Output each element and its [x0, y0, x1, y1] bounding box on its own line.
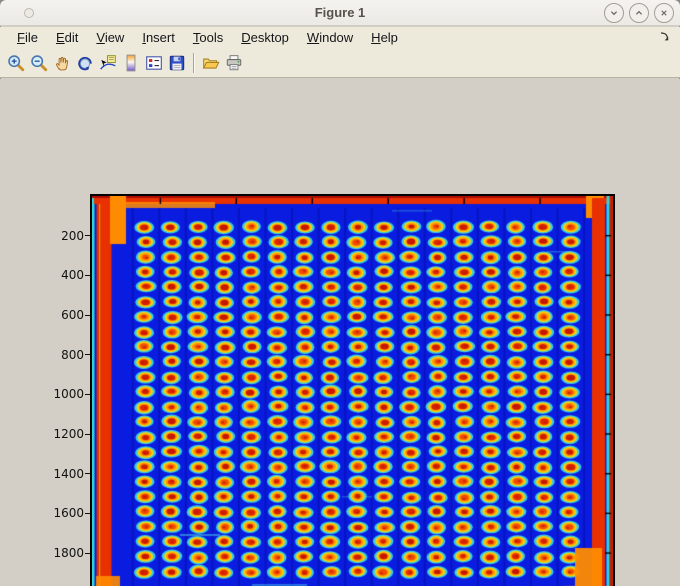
- close-button[interactable]: [654, 3, 674, 23]
- data-cursor-icon: [99, 54, 116, 70]
- chevron-up-icon: [635, 10, 643, 15]
- y-tick: [85, 235, 90, 237]
- rotate-3d-icon: [77, 56, 92, 70]
- y-tick-label: 1400: [53, 466, 84, 481]
- maximize-button[interactable]: [629, 3, 649, 23]
- y-tick: [85, 473, 90, 475]
- menu-window[interactable]: Window: [298, 29, 362, 47]
- menu-tools[interactable]: Tools: [184, 29, 232, 47]
- insert-legend-button[interactable]: [142, 51, 165, 75]
- y-tick-label: 800: [61, 347, 84, 362]
- save-icon: [169, 55, 184, 70]
- menu-edit[interactable]: Edit: [47, 29, 87, 47]
- y-tick-label: 400: [61, 268, 84, 283]
- minimize-button[interactable]: [604, 3, 624, 23]
- y-tick: [85, 433, 90, 435]
- menu-file[interactable]: File: [8, 29, 47, 47]
- menu-help[interactable]: Help: [362, 29, 407, 47]
- microarray-image-plot[interactable]: [92, 196, 613, 586]
- y-tick-label: 1600: [53, 506, 84, 521]
- toolbar-separator: [193, 52, 194, 73]
- colorbar-button[interactable]: [119, 51, 142, 75]
- figure-canvas: 2004006008001000120014002004006008001000…: [0, 79, 680, 586]
- zoom-out-button[interactable]: [27, 51, 50, 75]
- menu-bar-items: File Edit View Insert Tools Desktop Window Help: [8, 29, 407, 47]
- menu-view[interactable]: View: [87, 29, 133, 47]
- y-tick: [85, 512, 90, 514]
- colorbar-icon: [126, 54, 135, 71]
- y-tick-label: 200: [61, 228, 84, 243]
- figure-window: Figure 1 File Edit View Insert Tools Desktop W…: [0, 0, 680, 586]
- pan-hand-icon: [55, 56, 68, 70]
- y-tick: [85, 314, 90, 316]
- y-tick-label: 1200: [53, 427, 84, 442]
- zoom-in-button[interactable]: [4, 51, 27, 75]
- y-tick: [85, 354, 90, 356]
- legend-icon: [145, 55, 162, 70]
- open-folder-icon: [202, 58, 220, 69]
- rotate-3d-button[interactable]: [73, 51, 96, 75]
- menu-insert[interactable]: Insert: [133, 29, 184, 47]
- open-file-button[interactable]: [199, 51, 222, 75]
- printer-icon: [226, 54, 241, 70]
- save-figure-button[interactable]: [165, 51, 188, 75]
- zoom-in-icon: [7, 54, 24, 71]
- data-cursor-button[interactable]: [96, 51, 119, 75]
- y-tick-label: 1800: [53, 546, 84, 561]
- y-tick-label: 600: [61, 308, 84, 322]
- close-icon: [661, 10, 667, 16]
- y-tick: [85, 393, 90, 395]
- figure-toolbar: [0, 48, 680, 78]
- zoom-out-icon: [30, 54, 47, 71]
- window-controls: [604, 3, 674, 23]
- window-title: Figure 1: [314, 5, 366, 20]
- pan-button[interactable]: [50, 51, 73, 75]
- menu-desktop[interactable]: Desktop: [232, 29, 298, 47]
- menu-bar: File Edit View Insert Tools Desktop Window Help: [0, 27, 680, 48]
- y-tick: [85, 552, 90, 554]
- print-figure-button[interactable]: [222, 51, 245, 75]
- y-tick-label: 1000: [53, 387, 84, 402]
- chevron-down-icon: [610, 11, 618, 16]
- dock-arrow-icon[interactable]: [658, 30, 672, 44]
- title-bar: Figure 1: [0, 0, 680, 26]
- y-tick: [85, 274, 90, 276]
